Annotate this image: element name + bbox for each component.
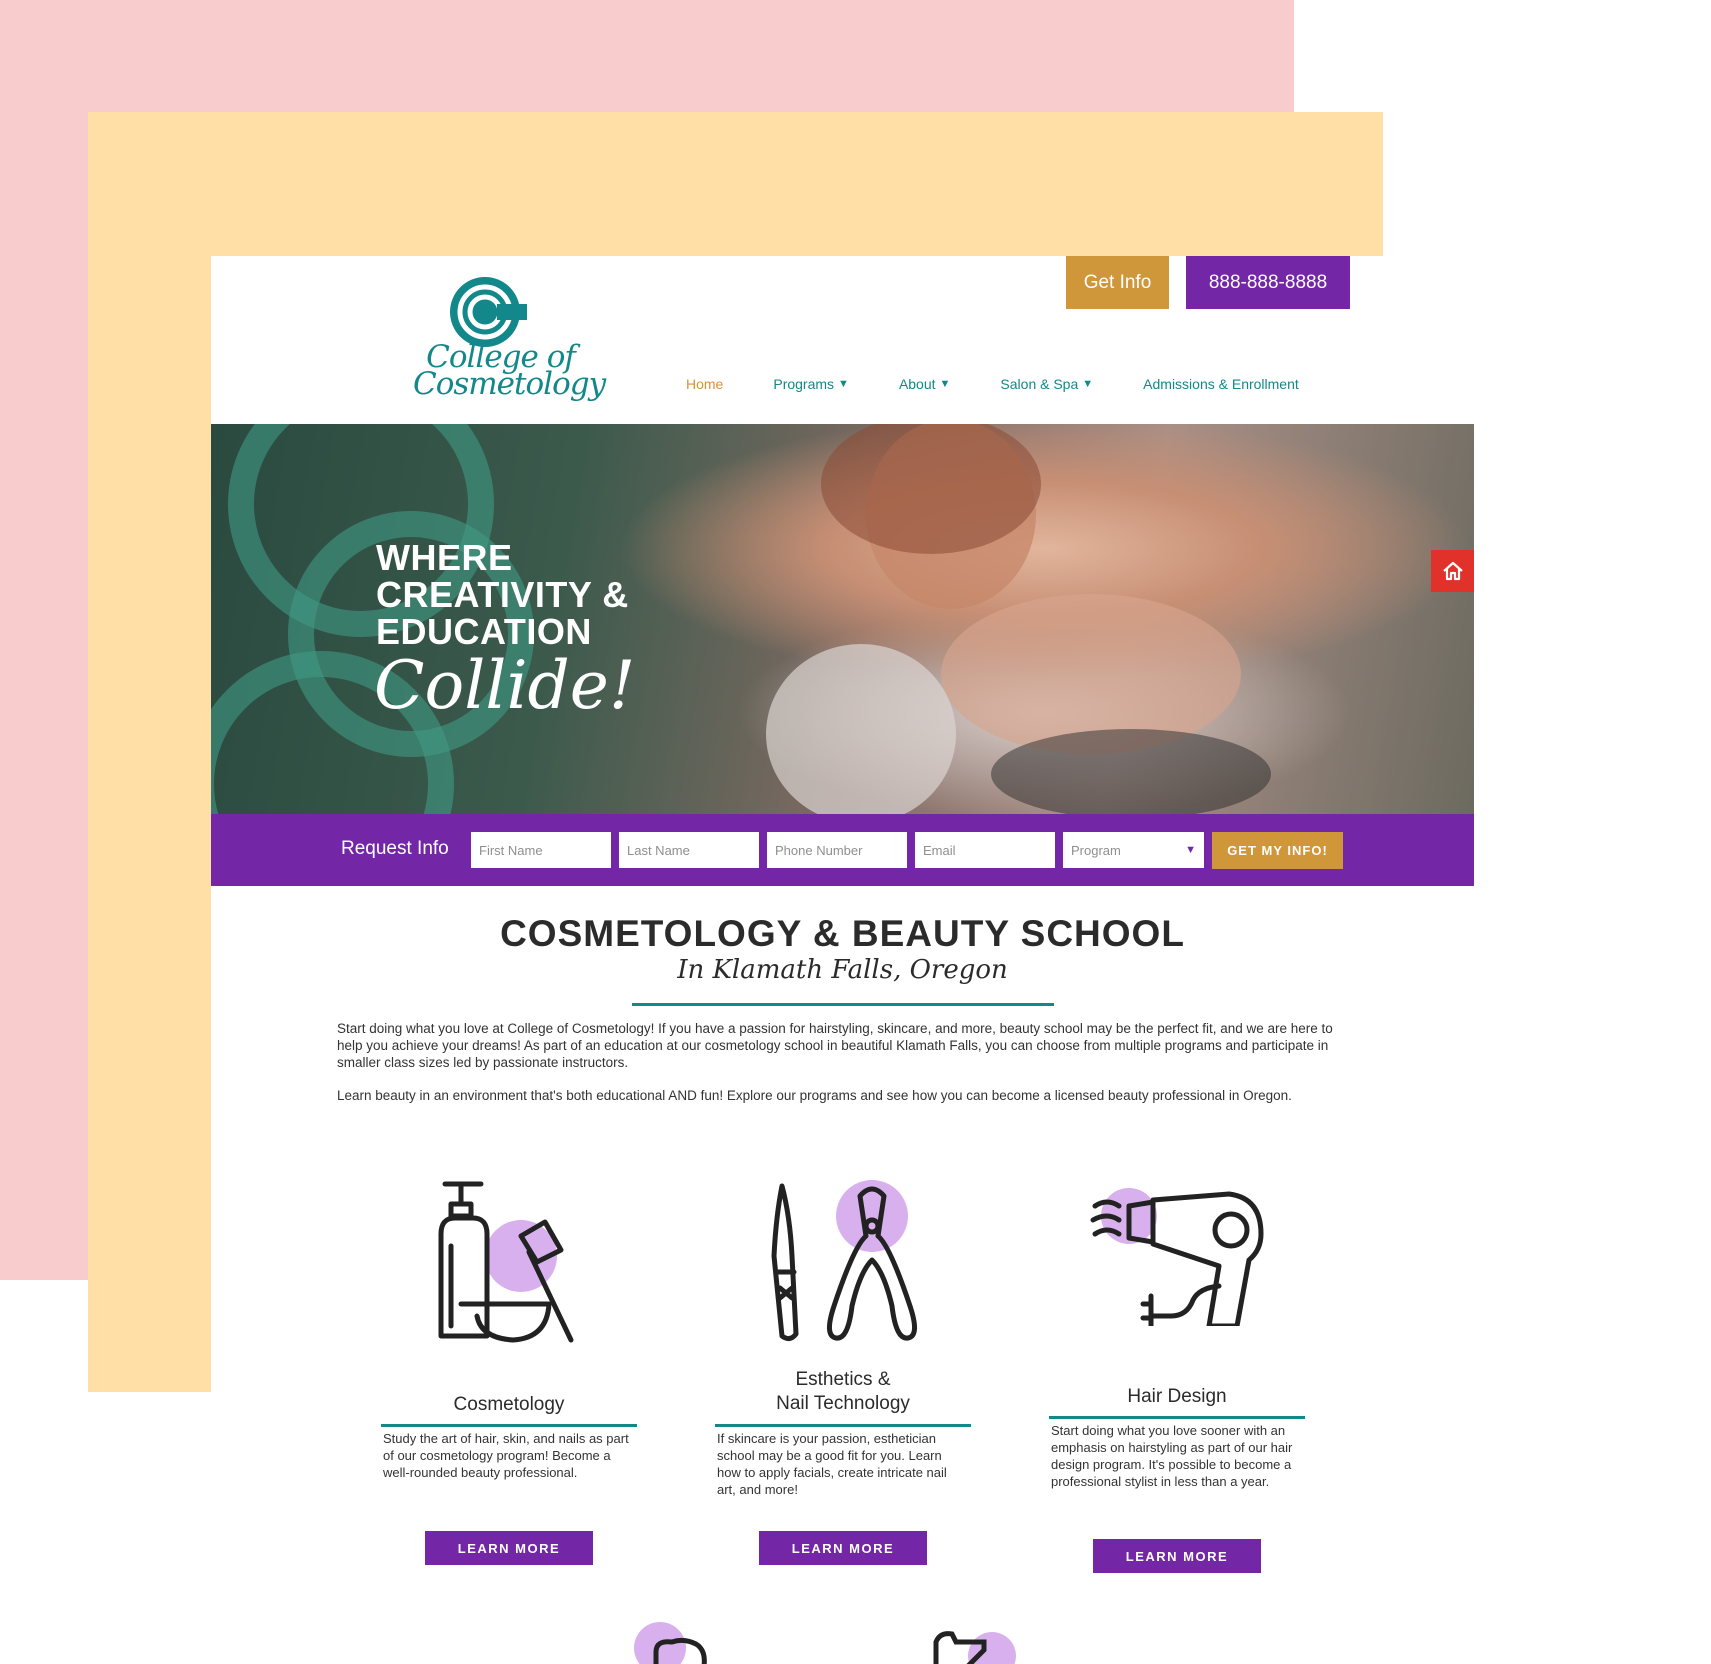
request-info-form: Request Info First Name Last Name Phone …	[211, 814, 1474, 886]
hero-script-headline: Collide!	[374, 647, 636, 724]
caret-down-icon: ▼	[1082, 378, 1094, 390]
nav-item-label: Home	[686, 376, 724, 392]
main-nav: Home Programs ▼ About ▼ Salon & Spa ▼ Ad…	[686, 372, 1299, 396]
program-card-divider	[1049, 1416, 1305, 1419]
hero-headline-line1: WHERE	[376, 537, 513, 578]
instructor-icon-partial	[933, 1631, 1016, 1664]
program-card-cosmetology: Cosmetology	[381, 1176, 637, 1446]
chevron-down-icon: ▼	[1185, 844, 1196, 856]
caret-down-icon: ▼	[939, 378, 951, 390]
intro-paragraph-2: Learn beauty in an environment that's bo…	[337, 1088, 1292, 1103]
get-my-info-button[interactable]: GET MY INFO!	[1212, 832, 1343, 869]
hero-headline-line2: CREATIVITY &	[376, 574, 629, 615]
phone-number-input[interactable]: Phone Number	[767, 832, 907, 868]
program-card-title: Cosmetology	[453, 1394, 565, 1415]
nav-item-about[interactable]: About ▼	[899, 376, 950, 392]
learn-more-button-cosmetology[interactable]: LEARN MORE	[425, 1531, 593, 1565]
hair-dryer-icon	[1090, 1188, 1264, 1326]
program-card-title-line1: Esthetics &	[795, 1369, 891, 1390]
home-icon	[1442, 561, 1463, 581]
program-card-description: Study the art of hair, skin, and nails a…	[383, 1431, 629, 1480]
program-select-value: Program	[1071, 842, 1121, 858]
page-title: COSMETOLOGY & BEAUTY SCHOOL	[500, 913, 1185, 954]
last-name-input[interactable]: Last Name	[619, 832, 759, 868]
page-subtitle: In Klamath Falls, Oregon	[677, 955, 1008, 985]
get-info-button[interactable]: Get Info	[1066, 256, 1169, 309]
request-info-label: Request Info	[341, 838, 449, 859]
hero-headline: WHERE CREATIVITY & EDUCATION	[376, 539, 629, 650]
hero-banner: WHERE CREATIVITY & EDUCATION Collide!	[211, 424, 1474, 814]
intro-paragraph-1: Start doing what you love at College of …	[337, 1021, 1333, 1070]
hero-headline-line3: EDUCATION	[376, 611, 592, 652]
nav-item-label: About	[898, 376, 936, 392]
nav-item-label: Admissions & Enrollment	[1143, 376, 1299, 392]
email-input[interactable]: Email	[915, 832, 1055, 868]
program-card-esthetics: Esthetics & Nail Technology	[715, 1176, 971, 1446]
website-screenshot: College of Cosmetology Get Info 888-888-…	[211, 256, 1474, 1664]
program-card-title: Esthetics & Nail Technology	[715, 1368, 971, 1416]
home-button[interactable]	[1431, 550, 1474, 592]
learn-more-button-hair-design[interactable]: LEARN MORE	[1093, 1539, 1261, 1573]
first-name-input[interactable]: First Name	[471, 832, 611, 868]
program-card-description: Start doing what you love sooner with an…	[1051, 1423, 1293, 1489]
nav-item-label: Programs	[773, 376, 835, 392]
program-card-divider	[381, 1424, 637, 1427]
program-card-description: If skincare is your passion, esthetician…	[717, 1431, 947, 1497]
nav-item-salon-spa[interactable]: Salon & Spa ▼	[1000, 376, 1093, 392]
massage-icon-partial	[634, 1622, 707, 1664]
caret-down-icon: ▼	[838, 378, 849, 390]
nav-item-programs[interactable]: Programs ▼	[773, 376, 849, 392]
phone-button[interactable]: 888-888-8888	[1186, 256, 1350, 309]
program-card-title-line2: Nail Technology	[776, 1393, 910, 1414]
nail-tools-icon	[771, 1180, 917, 1342]
program-card-divider	[715, 1424, 971, 1427]
program-select[interactable]: Program ▼	[1063, 832, 1204, 868]
logo-wordmark: College of Cosmetology	[413, 342, 606, 402]
college-logo[interactable]: College of Cosmetology	[413, 274, 606, 409]
cosmetology-icon	[438, 1181, 574, 1343]
learn-more-button-esthetics[interactable]: LEARN MORE	[759, 1531, 927, 1565]
program-card-hair-design: Hair Design	[1049, 1176, 1305, 1446]
nav-item-admissions[interactable]: Admissions & Enrollment	[1143, 376, 1299, 392]
nav-item-label: Salon & Spa	[1000, 376, 1079, 392]
logo-text-line2: Cosmetology	[413, 366, 606, 402]
nav-item-home[interactable]: Home	[686, 376, 723, 392]
title-divider	[632, 1003, 1054, 1006]
program-card-title: Hair Design	[1127, 1386, 1227, 1407]
intro-text: Start doing what you love at College of …	[337, 1020, 1352, 1120]
